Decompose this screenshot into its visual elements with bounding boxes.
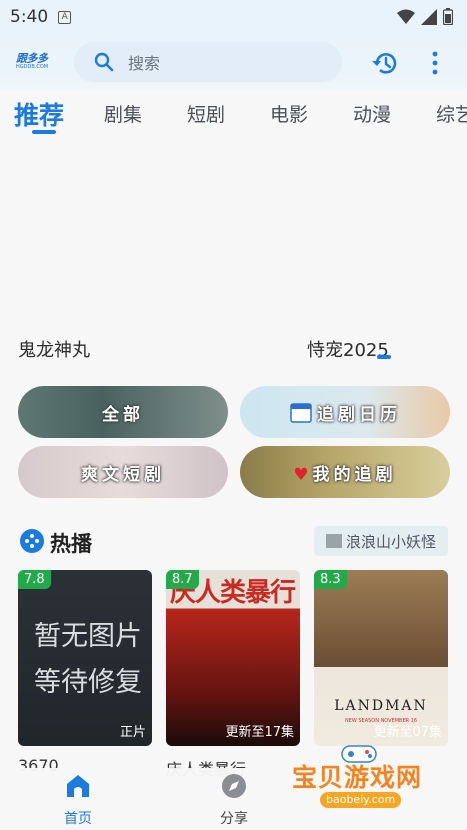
tab-series[interactable]: 剧集 (104, 100, 142, 127)
category-tabs: 推荐 剧集 短剧 电影 动漫 综艺 (0, 90, 467, 140)
tab-anime[interactable]: 动漫 (353, 100, 391, 127)
home-icon (67, 775, 89, 797)
video-card[interactable]: 庆人类暴行 8.7 更新至17集 (166, 570, 300, 746)
app-logo[interactable]: 跟多多 HGDDB.COM (16, 50, 60, 74)
tag-thumbnail-icon (325, 534, 342, 548)
search-icon (94, 52, 114, 72)
all-button-label: 全部 (102, 404, 144, 425)
active-tab-indicator (32, 130, 56, 134)
rating-badge: 7.8 (18, 570, 51, 589)
nav-share[interactable]: 分享 (194, 772, 274, 828)
short-drama-button[interactable]: 爽文短剧 (18, 446, 228, 498)
watermark-text: 宝贝游戏网 (292, 763, 423, 792)
more-options-icon[interactable] (426, 50, 444, 76)
video-card[interactable]: LANDMAN NEW SEASON NOVEMBER 16 8.3 更新至07… (314, 570, 448, 746)
short-drama-label: 爽文短剧 (81, 464, 165, 485)
watermark-url: baobeiy.com (320, 792, 402, 808)
search-placeholder: 搜索 (128, 54, 161, 73)
banner-carousel[interactable]: 鬼龙神丸 恃宠2025 (0, 140, 467, 370)
drama-calendar-label: 追剧日历 (317, 404, 401, 425)
compass-icon (222, 774, 246, 798)
battery-icon (443, 8, 453, 25)
app-header: 跟多多 HGDDB.COM 搜索 (0, 34, 467, 90)
history-icon[interactable] (371, 49, 399, 77)
tab-variety[interactable]: 综艺 (436, 100, 467, 127)
nav-share-label: 分享 (220, 811, 248, 827)
tab-movie[interactable]: 电影 (270, 100, 308, 127)
episode-status: 更新至17集 (225, 725, 294, 740)
wifi-icon (397, 9, 415, 24)
logo-subtext: HGDDB.COM (16, 64, 49, 70)
rating-badge: 8.7 (166, 570, 199, 589)
calendar-icon (290, 403, 312, 423)
tab-short-drama[interactable]: 短剧 (187, 100, 225, 127)
rating-badge: 8.3 (314, 570, 347, 589)
hot-section-header: 热播 浪浪山小妖怪 (18, 526, 448, 558)
status-time: 5:40 (10, 7, 49, 27)
video-card[interactable]: 暂无图片 等待修复 7.8 正片 (18, 570, 152, 746)
app-notification-icon: A (58, 10, 72, 24)
nav-home-label: 首页 (64, 811, 92, 827)
banner-caption-left: 鬼龙神丸 (18, 340, 90, 361)
tab-recommend[interactable]: 推荐 (14, 96, 64, 132)
section-tag[interactable]: 浪浪山小妖怪 (313, 526, 448, 556)
carousel-indicator (377, 355, 391, 359)
placeholder-text: 等待修复 (34, 667, 142, 698)
hot-icon (20, 529, 44, 553)
episode-status: 更新至07集 (373, 725, 442, 740)
my-follow-label: 我的追剧 (312, 464, 397, 485)
status-bar: 5:40 A (0, 0, 467, 34)
my-follow-button[interactable]: ♥ 我的追剧 (240, 446, 450, 498)
placeholder-text: 暂无图片 (34, 621, 142, 652)
status-icons (397, 8, 453, 25)
signal-icon (421, 8, 437, 25)
all-button[interactable]: 全部 (18, 386, 228, 438)
section-title: 热播 (50, 532, 92, 556)
drama-calendar-button[interactable]: 追剧日历 (240, 386, 450, 438)
watermark: 宝贝游戏网 baobeiy.com (286, 742, 436, 814)
heart-icon: ♥ (293, 464, 309, 485)
nav-home[interactable]: 首页 (38, 772, 118, 828)
episode-status: 正片 (119, 725, 146, 740)
section-tag-label: 浪浪山小妖怪 (345, 532, 436, 551)
poster-title: LANDMAN (334, 698, 428, 714)
search-bar[interactable]: 搜索 (74, 42, 342, 82)
